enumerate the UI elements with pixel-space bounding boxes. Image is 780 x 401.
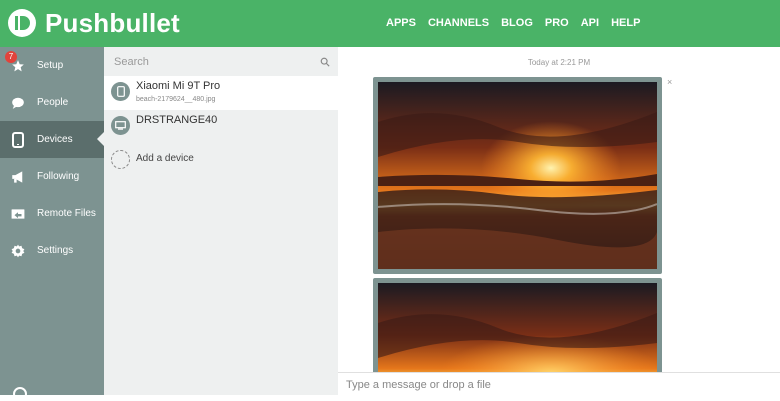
dismiss-icon[interactable]: × (667, 77, 672, 87)
sidebar: 7 Setup People Devices Following Remote … (0, 47, 104, 401)
sidebar-item-label: Devices (37, 134, 73, 145)
nav-blog[interactable]: BLOG (501, 17, 533, 29)
phone-icon (10, 131, 26, 148)
account-icon[interactable] (13, 387, 27, 401)
folder-icon (10, 206, 26, 222)
image-message[interactable] (373, 77, 662, 274)
sidebar-item-settings[interactable]: Settings (0, 232, 104, 269)
sidebar-item-remote-files[interactable]: Remote Files (0, 195, 104, 232)
top-header: Pushbullet APPS CHANNELS BLOG PRO API HE… (0, 0, 780, 47)
sidebar-item-label: Setup (37, 60, 64, 71)
device-list-panel: Xiaomi Mi 9T Pro beach-2179624__480.jpg … (104, 47, 338, 395)
nav-channels[interactable]: CHANNELS (428, 17, 489, 29)
sunset-beach-image (378, 82, 657, 269)
search-icon[interactable] (320, 57, 330, 67)
sidebar-item-devices[interactable]: Devices (0, 121, 104, 158)
device-name: Xiaomi Mi 9T Pro (136, 80, 221, 92)
chat-bubble-icon (10, 95, 26, 111)
desktop-icon (111, 116, 130, 135)
sidebar-item-label: Remote Files (37, 208, 96, 219)
phone-icon (111, 82, 130, 101)
device-name: DRSTRANGE40 (136, 114, 218, 126)
sidebar-item-setup[interactable]: 7 Setup (0, 47, 104, 84)
chat-panel: Today at 2:21 PM × (338, 47, 780, 396)
search-input[interactable] (114, 53, 314, 71)
add-device-icon (111, 150, 130, 169)
image-message[interactable] (373, 278, 662, 378)
nav-help[interactable]: HELP (611, 17, 640, 29)
message-composer (338, 372, 780, 396)
sidebar-item-label: Following (37, 171, 80, 182)
brand-name[interactable]: Pushbullet (45, 8, 180, 38)
megaphone-icon (10, 169, 26, 185)
message-input[interactable] (346, 377, 766, 393)
message-timestamp: Today at 2:21 PM (527, 58, 591, 67)
sidebar-item-people[interactable]: People (0, 84, 104, 121)
nav-pro[interactable]: PRO (545, 17, 569, 29)
device-item-drstrange40[interactable]: DRSTRANGE40 (104, 110, 338, 144)
add-device-button[interactable]: Add a device (104, 144, 338, 178)
sidebar-item-label: People (37, 97, 69, 108)
device-last-file: beach-2179624__480.jpg (136, 96, 216, 103)
search-bar (104, 47, 338, 76)
add-device-label: Add a device (136, 153, 194, 164)
pushbullet-logo-icon[interactable] (7, 8, 37, 38)
sidebar-item-following[interactable]: Following (0, 158, 104, 195)
gear-icon (10, 243, 26, 259)
top-nav: APPS CHANNELS BLOG PRO API HELP (386, 17, 652, 29)
nav-api[interactable]: API (581, 17, 599, 29)
nav-apps[interactable]: APPS (386, 17, 416, 29)
sidebar-item-label: Settings (37, 245, 74, 256)
device-item-xiaomi[interactable]: Xiaomi Mi 9T Pro beach-2179624__480.jpg (104, 76, 338, 110)
notification-badge: 7 (5, 51, 17, 63)
sunset-beach-image (378, 283, 657, 378)
